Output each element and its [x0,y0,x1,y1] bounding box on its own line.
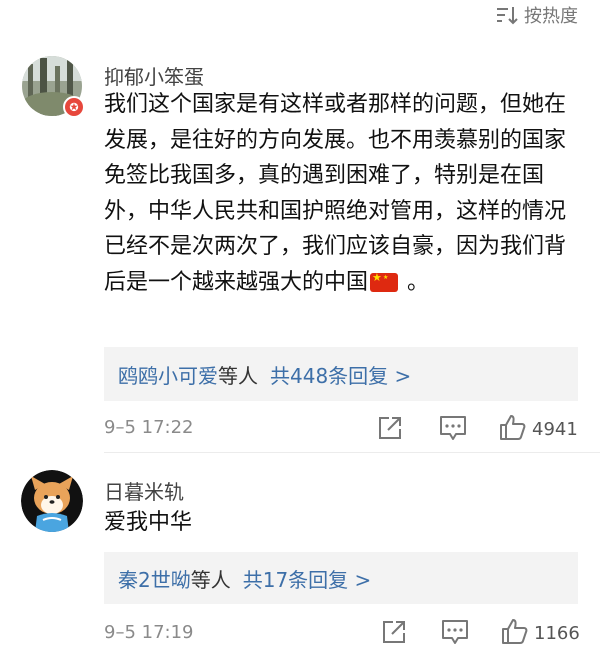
comment-text-body: 爱我中华 [104,510,193,535]
share-icon [380,618,408,650]
replies-preview[interactable]: 秦2世呦 等人 共17条回复 > [104,552,578,604]
thumbs-up-icon [500,617,528,649]
reply-suffix: 等人 [190,567,231,592]
username[interactable]: 日暮米轨 [104,476,184,505]
timestamp: 9–5 17:19 [104,622,194,643]
reply-user-names[interactable]: 秦2世呦 [118,564,191,593]
comment-text: 爱我中华 [104,505,576,541]
comment-item: 日暮米轨 爱我中华 秦2世呦 等人 共17条回复 > 9–5 17:19 116… [0,0,600,658]
like-button[interactable]: 1166 [500,617,580,649]
share-button[interactable] [380,618,408,650]
like-count: 1166 [534,622,580,644]
avatar[interactable] [21,470,83,532]
reply-count-link[interactable]: 共17条回复 > [243,564,372,593]
comment-button[interactable] [440,618,470,650]
comment-icon [440,618,470,650]
